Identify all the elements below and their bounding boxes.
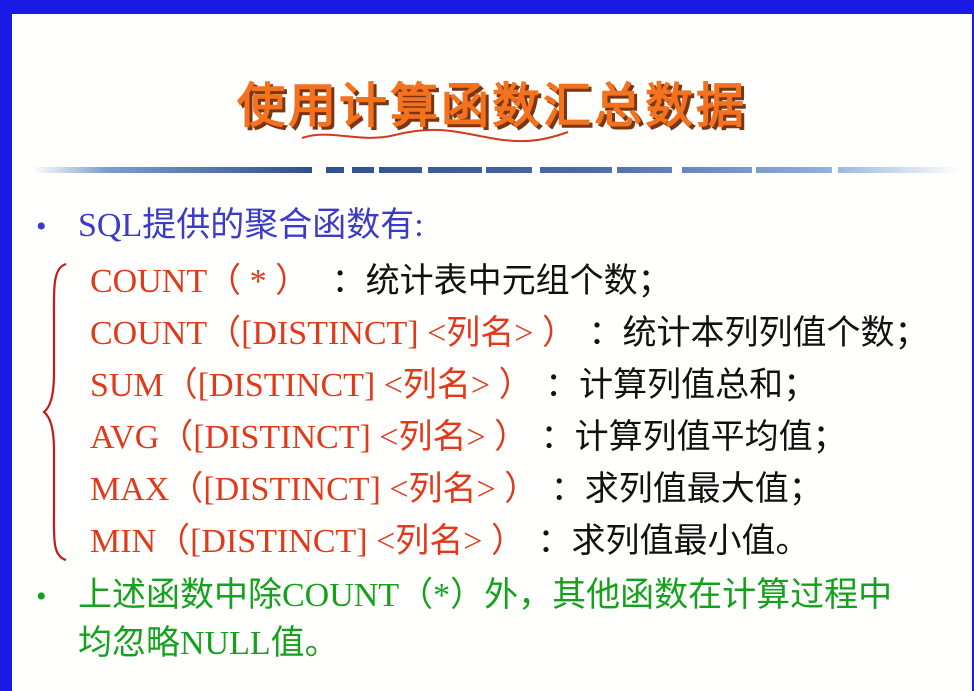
bullet-dot: •	[36, 580, 47, 613]
function-row: SUM（[DISTINCT] <列名> ） ：计算列值总和；	[90, 366, 817, 406]
function-desc: ：统计本列列值个数；	[588, 315, 929, 352]
function-desc: ：统计表中元组个数；	[331, 263, 672, 300]
function-code: MIN（[DISTINCT] <列名> ）	[90, 523, 525, 560]
function-desc: ：计算列值平均值；	[540, 419, 847, 456]
function-code: COUNT（ * ）	[90, 263, 310, 300]
function-code: SUM（[DISTINCT] <列名> ）	[90, 367, 533, 404]
note-line-1: 上述函数中除COUNT（*）外，其他函数在计算过程中	[78, 577, 893, 614]
decorative-divider	[32, 166, 962, 174]
function-code: COUNT（[DISTINCT] <列名> ）	[90, 315, 576, 352]
function-row: AVG（[DISTINCT] <列名> ） ：计算列值平均值；	[90, 418, 847, 458]
curly-brace	[42, 262, 67, 562]
function-code: MAX（[DISTINCT] <列名> ）	[90, 471, 539, 508]
function-desc: ：求列值最大值；	[550, 471, 823, 508]
function-row: MAX（[DISTINCT] <列名> ） ：求列值最大值；	[90, 470, 823, 510]
function-row: MIN（[DISTINCT] <列名> ） ：求列值最小值。	[90, 522, 809, 562]
slide: 使用计算函数汇总数据 • SQL提供的聚合函数有: COUNT（ * ） ：统计…	[0, 0, 974, 691]
function-desc: ：计算列值总和；	[545, 367, 818, 404]
function-code: AVG（[DISTINCT] <列名> ）	[90, 419, 529, 456]
bullet-dot: •	[36, 210, 47, 243]
intro-text: SQL提供的聚合函数有:	[78, 207, 424, 244]
note-line-2: 均忽略NULL值。	[78, 625, 339, 662]
function-row: COUNT（[DISTINCT] <列名> ） ：统计本列列值个数；	[90, 314, 928, 354]
function-desc: ：求列值最小值。	[537, 523, 810, 560]
title-wavy-underline	[301, 128, 569, 143]
function-row: COUNT（ * ） ：统计表中元组个数；	[90, 262, 672, 302]
